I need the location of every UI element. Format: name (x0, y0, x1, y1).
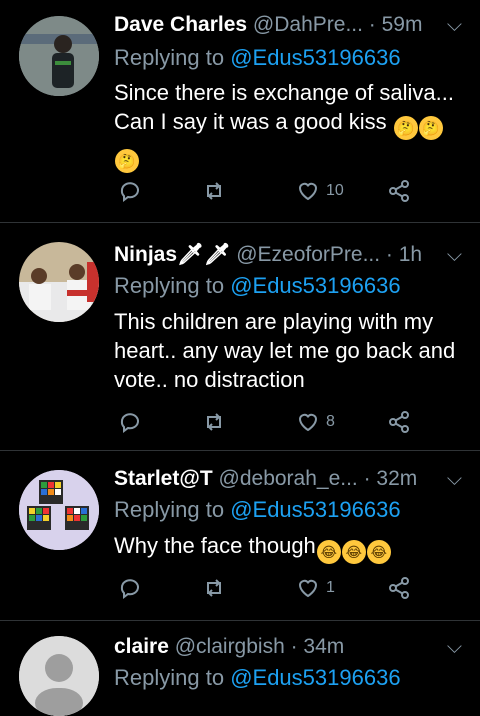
laughing-face-icon: 😂 (316, 540, 341, 564)
replying-label: Replying to (114, 665, 231, 690)
reply-button[interactable] (118, 574, 142, 602)
like-count: 8 (326, 413, 335, 430)
replying-label: Replying to (114, 497, 231, 522)
tweet-text-content: Why the face though (114, 533, 316, 558)
avatar[interactable] (19, 470, 99, 550)
reply-icon (120, 182, 139, 202)
tweet[interactable]: Dave Charles @DahPre... · 59m ⌵ Replying… (0, 0, 480, 223)
user-handle[interactable]: @clairgbish (175, 635, 285, 658)
retweet-button[interactable] (202, 574, 226, 602)
share-icon (389, 411, 409, 433)
tweet-header: Starlet@T @deborah_e... · 32m ⌵ (114, 464, 462, 494)
retweet-button[interactable] (202, 177, 226, 205)
laughing-face-icon: 😂 (341, 540, 366, 564)
chevron-down-icon[interactable]: ⌵ (447, 10, 462, 40)
timestamp[interactable]: · 59m (369, 13, 423, 36)
display-name[interactable]: claire (114, 635, 169, 658)
reply-icon (120, 413, 139, 433)
like-button[interactable]: 10 (296, 177, 344, 205)
tweet-actions: 8 (114, 408, 414, 436)
mention-link[interactable]: @Edus53196636 (230, 273, 400, 298)
display-name-text: Ninjas (114, 243, 178, 266)
like-count: 1 (326, 579, 335, 596)
thinking-face-icon: 🤔 (115, 149, 139, 173)
user-handle[interactable]: @EzeoforPre... (236, 243, 380, 266)
share-icon (389, 180, 409, 202)
thinking-face-icon: 🤔 (393, 116, 418, 140)
mention-link[interactable]: @Edus53196636 (230, 497, 400, 522)
chevron-down-icon[interactable]: ⌵ (447, 632, 462, 662)
tweet-actions: 1 (114, 574, 414, 602)
replying-label: Replying to (114, 273, 231, 298)
display-name[interactable]: Ninjas🗡🗡 (114, 243, 230, 266)
reply-button[interactable] (118, 408, 142, 436)
replying-to: Replying to @Edus53196636 (114, 272, 401, 300)
mention-link[interactable]: @Edus53196636 (230, 45, 400, 70)
replying-label: Replying to (114, 45, 231, 70)
user-handle[interactable]: @DahPre... (253, 13, 363, 36)
user-handle[interactable]: @deborah_e... (219, 467, 358, 490)
retweet-icon (207, 413, 221, 431)
chevron-down-icon[interactable]: ⌵ (447, 464, 462, 494)
tweet-header: claire @clairgbish · 34m ⌵ (114, 632, 462, 662)
tweet-text: This children are playing with my heart.… (114, 309, 456, 392)
tweet[interactable]: Ninjas🗡🗡 @EzeoforPre... · 1h ⌵ Replying … (0, 222, 480, 451)
reply-button[interactable] (118, 177, 142, 205)
replying-to: Replying to @Edus53196636 (114, 664, 401, 692)
tweet[interactable]: Starlet@T @deborah_e... · 32m ⌵ Replying… (0, 450, 480, 621)
timestamp[interactable]: · 1h (386, 243, 422, 266)
avatar[interactable] (19, 16, 99, 96)
reply-icon (120, 579, 139, 599)
replying-to: Replying to @Edus53196636 (114, 496, 401, 524)
timestamp[interactable]: · 34m (291, 635, 345, 658)
timestamp[interactable]: · 32m (364, 467, 418, 490)
retweet-icon (207, 182, 221, 200)
replying-to: Replying to @Edus53196636 (114, 44, 401, 72)
heart-icon (298, 182, 318, 201)
mention-link[interactable]: @Edus53196636 (230, 665, 400, 690)
tweet-actions: 10 (114, 177, 414, 205)
share-button[interactable] (387, 574, 411, 602)
avatar[interactable] (19, 242, 99, 322)
share-button[interactable] (387, 177, 411, 205)
display-name[interactable]: Dave Charles (114, 13, 247, 36)
like-button[interactable]: 8 (296, 408, 335, 436)
tweet-header: Dave Charles @DahPre... · 59m ⌵ (114, 10, 462, 40)
retweet-button[interactable] (202, 408, 226, 436)
tweet-text: Since there is exchange of saliva... Can… (114, 78, 464, 173)
retweet-icon (207, 579, 221, 597)
heart-icon (298, 579, 318, 598)
share-icon (389, 577, 409, 599)
display-name[interactable]: Starlet@T (114, 467, 213, 490)
tweet[interactable]: claire @clairgbish · 34m ⌵ Replying to @… (0, 620, 480, 716)
heart-icon (298, 413, 318, 432)
chevron-down-icon[interactable]: ⌵ (447, 240, 462, 270)
tweet-text: Why the face though 😂 😂 😂 (114, 531, 464, 564)
like-button[interactable]: 1 (296, 574, 335, 602)
laughing-face-icon: 😂 (366, 540, 391, 564)
thinking-face-icon: 🤔 (418, 116, 443, 140)
name-emoji: 🗡🗡 (177, 243, 231, 266)
like-count: 10 (326, 182, 344, 199)
tweet-header: Ninjas🗡🗡 @EzeoforPre... · 1h ⌵ (114, 240, 462, 270)
avatar[interactable] (19, 636, 99, 716)
share-button[interactable] (387, 408, 411, 436)
